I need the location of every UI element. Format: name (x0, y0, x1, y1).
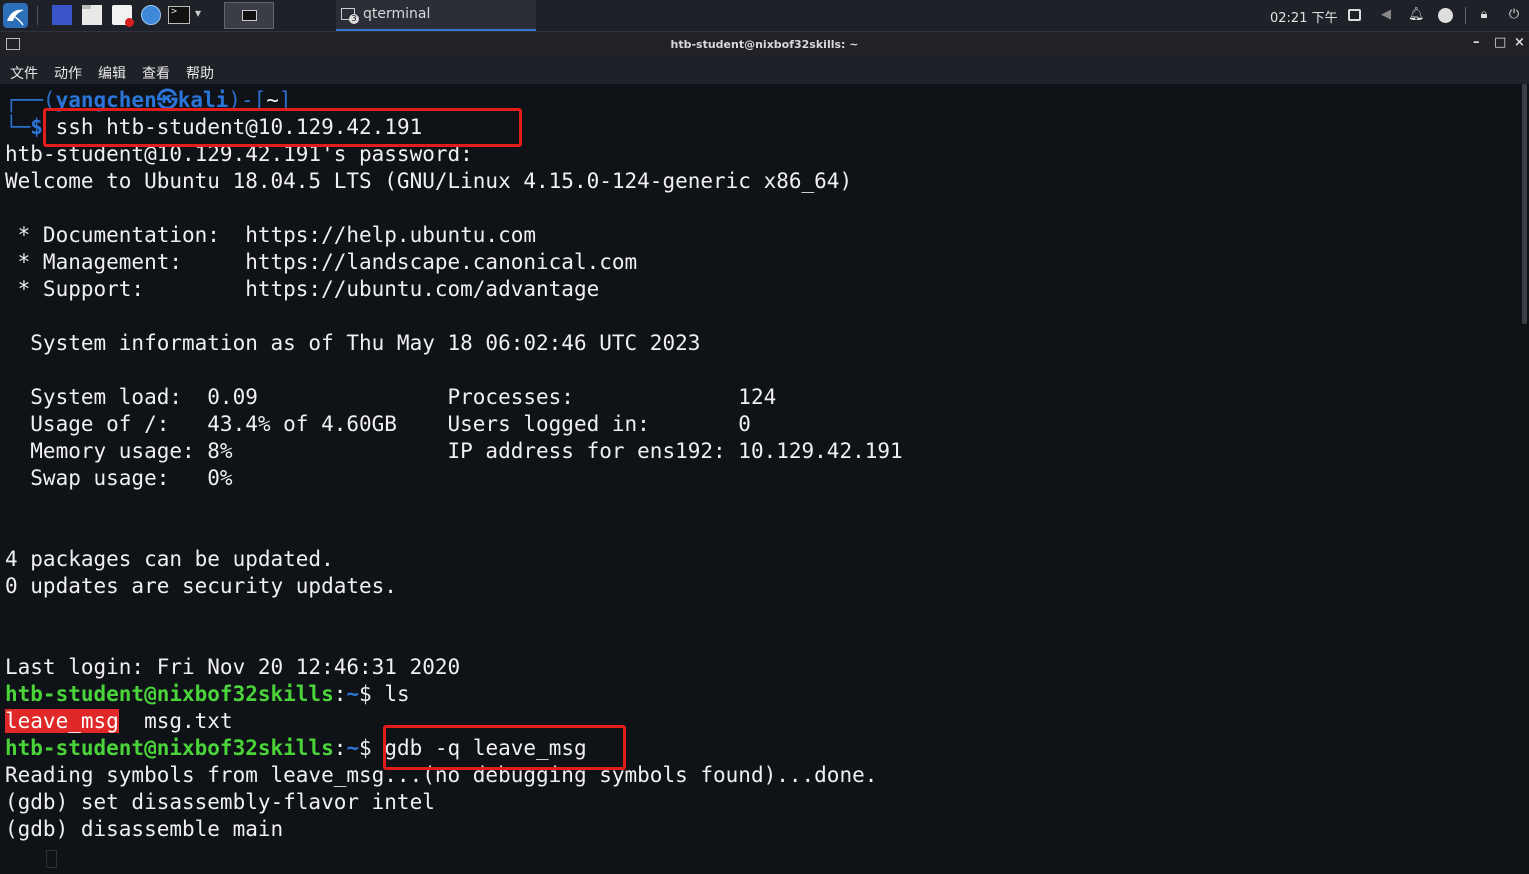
output-line: (gdb) set disassembly-flavor intel (5, 790, 435, 814)
task-label: qterminal (363, 6, 431, 22)
workspace-button[interactable] (224, 2, 274, 29)
annotation-box-gdb (383, 725, 626, 770)
taskbar-separator (37, 6, 38, 25)
output-line: Memory usage: 8% IP address for ens192: … (5, 439, 903, 463)
output-line: * Management: https://landscape.canonica… (5, 250, 638, 274)
menu-edit[interactable]: 编辑 (98, 63, 126, 83)
show-desktop-icon[interactable] (52, 5, 72, 25)
window-count-badge: 3 (349, 14, 359, 24)
output-line: 0 updates are security updates. (5, 574, 397, 598)
menu-actions[interactable]: 动作 (54, 63, 82, 83)
chevron-down-icon[interactable]: ▾ (195, 6, 201, 20)
output-line: * Support: https://ubuntu.com/advantage (5, 277, 600, 301)
window-title: htb-student@nixbof32skills: ~ (670, 38, 859, 51)
workspace-icon (242, 10, 257, 21)
menu-view[interactable]: 查看 (142, 63, 170, 83)
minimize-button[interactable]: – (1473, 35, 1480, 50)
output-line: Usage of /: 43.4% of 4.60GB Users logged… (5, 412, 751, 436)
terminal-output[interactable]: ┌──(yangchen㉿kali)-[~] └─$ ssh htb-stude… (0, 84, 1529, 874)
network-icon[interactable] (1438, 8, 1453, 23)
output-line: Welcome to Ubuntu 18.04.5 LTS (GNU/Linux… (5, 169, 853, 193)
power-icon[interactable]: ⏻ (1506, 7, 1522, 23)
terminal-launcher-icon[interactable] (168, 6, 190, 24)
output-line: * Documentation: https://help.ubuntu.com (5, 223, 537, 247)
output-line: (gdb) disassemble main (5, 817, 284, 841)
close-button[interactable]: × (1514, 35, 1525, 50)
annotation-box-ssh (43, 108, 522, 147)
file-manager-icon[interactable] (82, 5, 102, 25)
maximize-button[interactable]: □ (1494, 35, 1506, 50)
text-cursor (46, 850, 57, 868)
menu-help[interactable]: 帮助 (186, 63, 214, 83)
lock-icon[interactable]: 🔒︎ (1476, 7, 1492, 23)
kali-menu-icon[interactable] (3, 3, 28, 28)
output-line: System load: 0.09 Processes: 124 (5, 385, 777, 409)
taskbar-task-qterminal[interactable]: 3 qterminal (336, 0, 536, 31)
ls-output-line: leave_msg msg.txt (5, 709, 233, 733)
file-msg-txt: msg.txt (118, 709, 233, 733)
output-line: System information as of Thu May 18 06:0… (5, 331, 701, 355)
display-icon[interactable] (1348, 9, 1361, 21)
window-titlebar[interactable]: htb-student@nixbof32skills: ~ – □ × (0, 32, 1529, 58)
volume-icon[interactable]: ◀ (1378, 7, 1394, 23)
notification-bell-icon[interactable]: 🔔︎ (1408, 7, 1425, 23)
file-leave-msg: leave_msg (5, 709, 119, 733)
browser-icon[interactable] (141, 5, 161, 25)
output-line: 4 packages can be updated. (5, 547, 334, 571)
ls-command-line: htb-student@nixbof32skills:~$ ls (5, 682, 410, 706)
output-line: Swap usage: 0% (5, 466, 233, 490)
tray-separator (1465, 7, 1466, 24)
menu-file[interactable]: 文件 (10, 63, 38, 83)
taskbar: ▾ 3 qterminal 02:21 下午 ◀ 🔔︎ 🔒︎ ⏻ (0, 0, 1529, 32)
scrollbar[interactable] (1522, 84, 1527, 324)
pdf-editor-icon[interactable] (112, 5, 134, 27)
clock[interactable]: 02:21 下午 (1270, 7, 1338, 26)
output-line: Last login: Fri Nov 20 12:46:31 2020 (5, 655, 461, 679)
menu-bar: 文件 动作 编辑 查看 帮助 (0, 58, 1529, 84)
